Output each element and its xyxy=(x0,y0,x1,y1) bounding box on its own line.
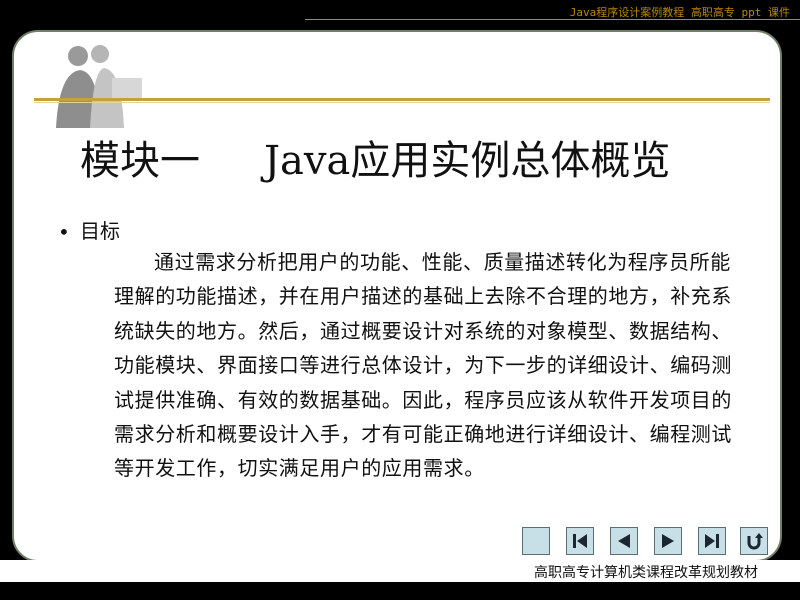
next-slide-button[interactable] xyxy=(654,527,682,555)
return-button[interactable] xyxy=(740,527,768,555)
previous-slide-button[interactable] xyxy=(610,527,638,555)
title-topic: Java应用实例总体概览 xyxy=(264,138,671,184)
last-slide-button[interactable] xyxy=(698,527,726,555)
title-rule xyxy=(34,98,770,101)
footer-strip xyxy=(0,582,800,600)
title-module: 模块一 xyxy=(80,138,200,184)
bullet-label: 目标 xyxy=(80,219,120,243)
title-rule-highlight xyxy=(34,102,770,103)
top-bar: Java程序设计案例教程 高职高专 ppt 课件 xyxy=(0,0,800,22)
objective-paragraph: 通过需求分析把用户的功能、性能、质量描述转化为程序员所能理解的功能描述，并在用户… xyxy=(114,250,732,481)
slide-frame: 模块一 Java应用实例总体概览 • 目标 通过需求分析把用户的功能、性能、质量描… xyxy=(12,30,782,562)
page-title: 模块一 Java应用实例总体概览 xyxy=(80,128,670,186)
first-slide-button[interactable] xyxy=(566,527,594,555)
return-icon xyxy=(747,533,763,550)
footer-text: 高职高专计算机类课程改革规划教材 xyxy=(534,565,758,581)
people-silhouette-icon xyxy=(56,45,142,128)
first-icon xyxy=(573,534,587,548)
previous-icon xyxy=(618,534,630,548)
home-button[interactable] xyxy=(522,527,550,555)
header-rule xyxy=(305,19,800,20)
last-icon xyxy=(705,534,719,548)
next-icon xyxy=(662,534,674,548)
bullet-icon: • xyxy=(58,220,70,244)
course-header-text: Java程序设计案例教程 高职高专 ppt 课件 xyxy=(569,6,790,19)
